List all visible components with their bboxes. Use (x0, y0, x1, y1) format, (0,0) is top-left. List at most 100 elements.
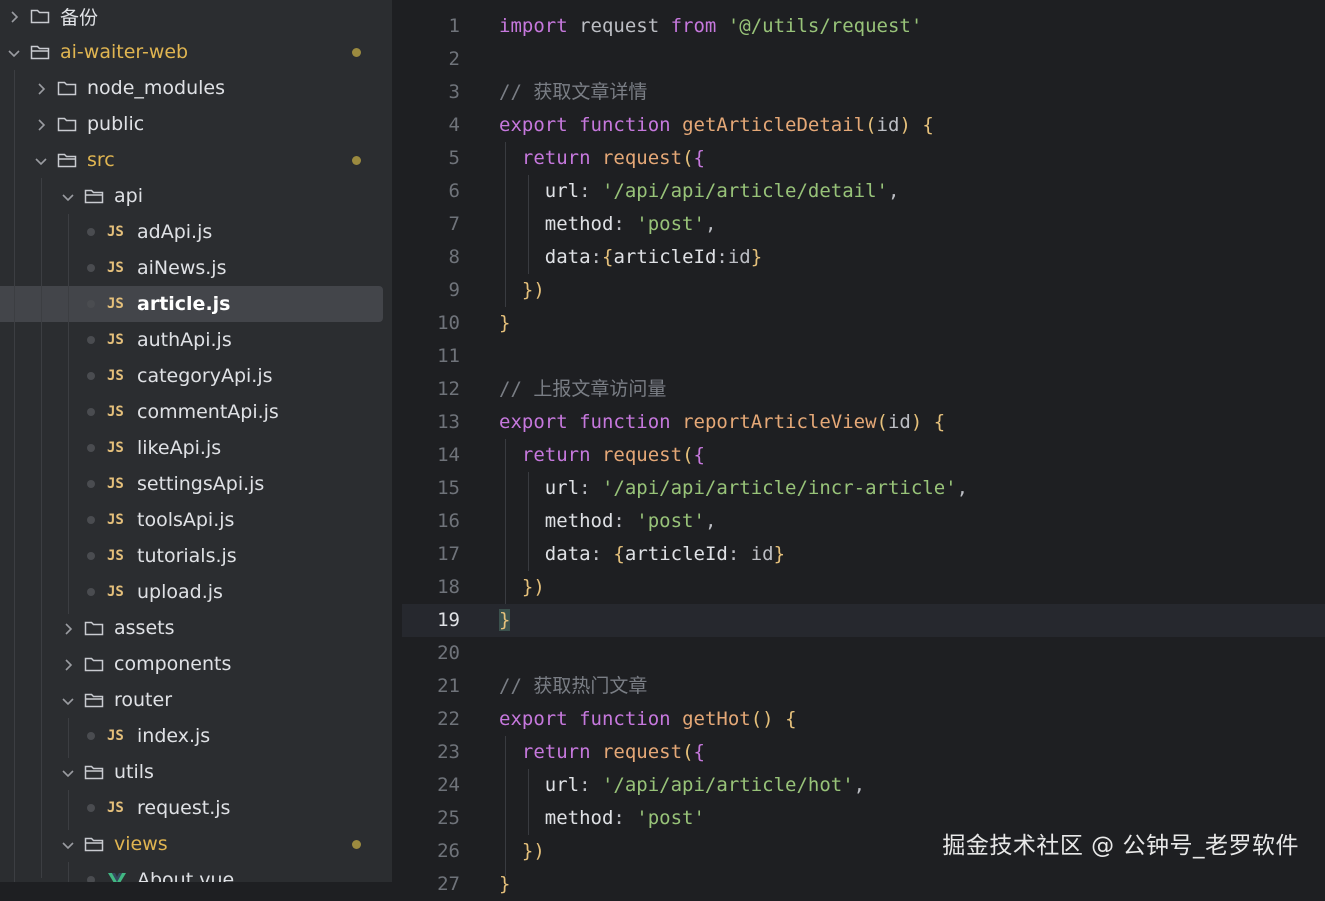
line-number[interactable]: 5 (402, 142, 460, 175)
code-line[interactable]: 1 import request from '@/utils/request' (402, 10, 1325, 43)
tree-item-node-modules[interactable]: node_modules (0, 70, 383, 106)
chevron-right-icon[interactable] (6, 8, 22, 24)
code-line[interactable]: 10} (402, 307, 1325, 340)
code-line[interactable]: 22 export function getHot() { (402, 703, 1325, 736)
line-number[interactable]: 14 (402, 439, 460, 472)
line-number[interactable]: 17 (402, 538, 460, 571)
code-line[interactable]: 21 // 获取热门文章 (402, 670, 1325, 703)
code-line[interactable]: 14 return request({ (402, 439, 1325, 472)
chevron-right-icon[interactable] (60, 656, 76, 672)
code-line[interactable]: 17 data: {articleId: id} (402, 538, 1325, 571)
code-line[interactable]: 7 method: 'post', (402, 208, 1325, 241)
line-number[interactable]: 6 (402, 175, 460, 208)
line-number[interactable]: 25 (402, 802, 460, 835)
tree-item-ainews-js[interactable]: JS aiNews.js (0, 250, 383, 286)
code-line[interactable]: 27} (402, 868, 1325, 901)
chevron-down-icon[interactable] (60, 692, 76, 708)
line-number[interactable]: 4 (402, 109, 460, 142)
tree-item-ai-waiter-web[interactable]: ai-waiter-web (0, 34, 383, 70)
chevron-right-icon[interactable] (33, 80, 49, 96)
code-line[interactable]: 2 (402, 43, 1325, 76)
line-number[interactable]: 23 (402, 736, 460, 769)
code-text[interactable]: export function getHot() { (499, 703, 797, 736)
code-text[interactable]: } (499, 307, 510, 340)
line-number[interactable]: 22 (402, 703, 460, 736)
code-line[interactable]: 20 (402, 637, 1325, 670)
line-number[interactable]: 19 (402, 604, 460, 637)
code-text[interactable]: data:{articleId:id} (499, 241, 762, 274)
tree-item-request-js[interactable]: JS request.js (0, 790, 383, 826)
line-number[interactable]: 7 (402, 208, 460, 241)
code-line[interactable]: 19} (402, 604, 1325, 637)
tree-item-index-js[interactable]: JS index.js (0, 718, 383, 754)
line-number[interactable]: 20 (402, 637, 460, 670)
chevron-right-icon[interactable] (60, 620, 76, 636)
tree-item-views[interactable]: views (0, 826, 383, 862)
line-number[interactable]: 26 (402, 835, 460, 868)
line-number[interactable]: 8 (402, 241, 460, 274)
code-line[interactable]: 11 (402, 340, 1325, 373)
chevron-down-icon[interactable] (6, 44, 22, 60)
tree-item-toolsapi-js[interactable]: JS toolsApi.js (0, 502, 383, 538)
code-line[interactable]: 24 url: '/api/api/article/hot', (402, 769, 1325, 802)
code-text[interactable]: method: 'post' (499, 802, 705, 835)
code-text[interactable]: data: {articleId: id} (499, 538, 785, 571)
code-line[interactable]: 15 url: '/api/api/article/incr-article', (402, 472, 1325, 505)
code-text[interactable]: url: '/api/api/article/detail', (499, 175, 900, 208)
line-number[interactable]: 15 (402, 472, 460, 505)
tree-item-authapi-js[interactable]: JS authApi.js (0, 322, 383, 358)
tree-item-components[interactable]: components (0, 646, 383, 682)
code-line[interactable]: 12 // 上报文章访问量 (402, 373, 1325, 406)
chevron-down-icon[interactable] (60, 188, 76, 204)
line-number[interactable]: 12 (402, 373, 460, 406)
line-number[interactable]: 21 (402, 670, 460, 703)
line-number[interactable]: 24 (402, 769, 460, 802)
code-line[interactable]: 8 data:{articleId:id} (402, 241, 1325, 274)
code-text[interactable]: // 获取热门文章 (499, 670, 647, 703)
code-text[interactable]: return request({ (499, 736, 705, 769)
code-line[interactable]: 6 url: '/api/api/article/detail', (402, 175, 1325, 208)
tree-item-categoryapi-js[interactable]: JS categoryApi.js (0, 358, 383, 394)
tree-item-public[interactable]: public (0, 106, 383, 142)
chevron-down-icon[interactable] (60, 836, 76, 852)
tree-item-tutorials-js[interactable]: JS tutorials.js (0, 538, 383, 574)
code-text[interactable]: export function reportArticleView(id) { (499, 406, 945, 439)
tree-item-adapi-js[interactable]: JS adApi.js (0, 214, 383, 250)
code-text[interactable]: return request({ (499, 142, 705, 175)
tree-item-settingsapi-js[interactable]: JS settingsApi.js (0, 466, 383, 502)
tree-item-utils[interactable]: utils (0, 754, 383, 790)
code-line[interactable]: 5 return request({ (402, 142, 1325, 175)
code-text[interactable]: import request from '@/utils/request' (499, 10, 922, 43)
code-line[interactable]: 23 return request({ (402, 736, 1325, 769)
code-text[interactable]: method: 'post', (499, 208, 717, 241)
tree-item-commentapi-js[interactable]: JS commentApi.js (0, 394, 383, 430)
code-editor[interactable]: 1 import request from '@/utils/request' 2 3… (402, 0, 1325, 895)
tree-item-api[interactable]: api (0, 178, 383, 214)
code-line[interactable]: 3 // 获取文章详情 (402, 76, 1325, 109)
code-text[interactable]: export function getArticleDetail(id) { (499, 109, 934, 142)
line-number[interactable]: 16 (402, 505, 460, 538)
code-line[interactable]: 9 }) (402, 274, 1325, 307)
code-line[interactable]: 13 export function reportArticleView(id) … (402, 406, 1325, 439)
line-number[interactable]: 18 (402, 571, 460, 604)
tree-item-upload-js[interactable]: JS upload.js (0, 574, 383, 610)
line-number[interactable]: 2 (402, 43, 460, 76)
tree-item-assets[interactable]: assets (0, 610, 383, 646)
line-number[interactable]: 13 (402, 406, 460, 439)
chevron-down-icon[interactable] (60, 764, 76, 780)
tree-item-likeapi-js[interactable]: JS likeApi.js (0, 430, 383, 466)
line-number[interactable]: 1 (402, 10, 460, 43)
code-line[interactable]: 16 method: 'post', (402, 505, 1325, 538)
code-text[interactable]: // 上报文章访问量 (499, 373, 666, 406)
line-number[interactable]: 27 (402, 868, 460, 901)
chevron-down-icon[interactable] (33, 152, 49, 168)
tree-item-router[interactable]: router (0, 682, 383, 718)
line-number[interactable]: 11 (402, 340, 460, 373)
code-text[interactable]: method: 'post', (499, 505, 717, 538)
tree-item-src[interactable]: src (0, 142, 383, 178)
code-text[interactable]: url: '/api/api/article/incr-article', (499, 472, 968, 505)
tree-item-article-js[interactable]: JS article.js (0, 286, 383, 322)
code-line[interactable]: 4 export function getArticleDetail(id) { (402, 109, 1325, 142)
tree-item-about-vue[interactable]: About.vue (0, 862, 383, 882)
code-text[interactable]: } (499, 604, 511, 637)
